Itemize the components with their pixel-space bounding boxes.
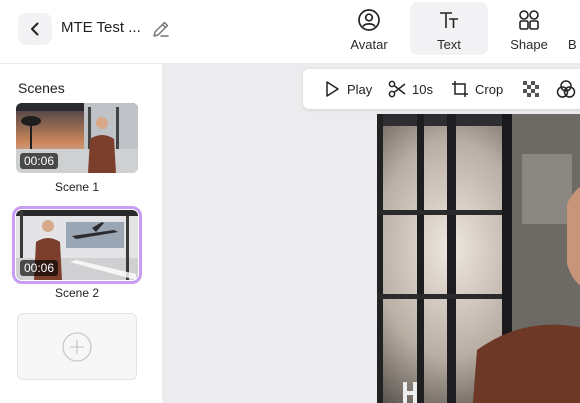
shape-icon [519, 10, 539, 30]
back-button[interactable] [18, 13, 52, 45]
canvas-area[interactable]: Play 10s Crop [162, 64, 580, 403]
crop-label: Crop [475, 81, 504, 97]
scene-card-2[interactable]: 00:06 [12, 206, 142, 284]
play-label: Play [347, 81, 373, 97]
filter-circles-icon [556, 80, 576, 98]
tool-text[interactable]: Text [410, 2, 488, 55]
canvas-toolbar: Play 10s Crop [303, 69, 580, 109]
tool-shape[interactable]: Shape [503, 2, 555, 55]
plus-circle-icon [62, 331, 92, 362]
top-bar: MTE Test ... Avatar Text Shape B [0, 0, 580, 64]
tool-more-label: B [568, 37, 577, 52]
scene-card-1[interactable]: 00:06 [16, 103, 138, 173]
project-title[interactable]: MTE Test ... [61, 19, 141, 36]
tool-shape-label: Shape [510, 37, 548, 52]
scene-name: Scene 2 [54, 286, 100, 300]
video-preview[interactable] [377, 114, 580, 403]
crop-button[interactable]: Crop [451, 69, 503, 109]
play-button[interactable]: Play [323, 69, 372, 109]
tool-more[interactable]: B [568, 2, 580, 55]
scissors-icon [388, 80, 406, 98]
chevron-left-icon [31, 22, 39, 36]
add-scene-button[interactable] [17, 313, 137, 380]
avatar-icon [358, 9, 380, 31]
filter-button[interactable] [556, 69, 576, 109]
text-icon [440, 12, 458, 28]
crop-icon [452, 81, 468, 97]
opacity-button[interactable] [522, 69, 540, 109]
tool-avatar[interactable]: Avatar [343, 2, 395, 55]
checkerboard-opacity-icon [523, 81, 539, 97]
play-icon [326, 81, 339, 97]
scene-duration: 00:06 [20, 260, 59, 276]
tool-text-label: Text [437, 37, 461, 52]
scenes-title: Scenes [18, 80, 65, 96]
edit-pencil-icon[interactable] [150, 18, 172, 40]
split-button[interactable]: 10s [388, 69, 433, 109]
split-label: 10s [412, 81, 433, 97]
scene-name: Scene 1 [54, 180, 100, 194]
tool-avatar-label: Avatar [350, 37, 388, 52]
scene-duration: 00:06 [20, 153, 59, 169]
